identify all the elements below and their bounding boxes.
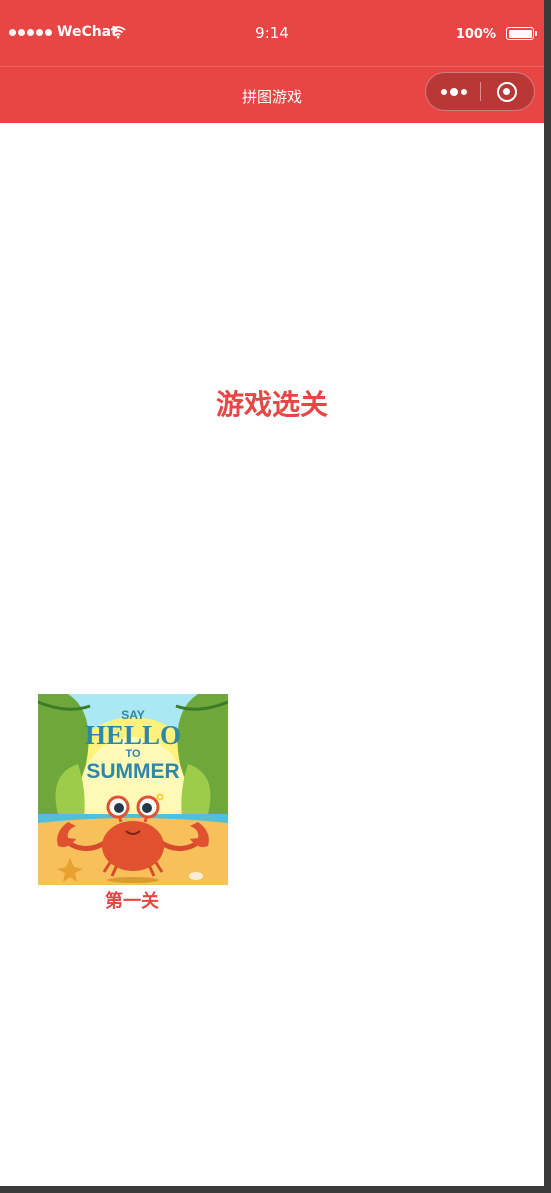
capsule-divider <box>480 82 481 101</box>
level-thumbnail-image[interactable]: SAY HELLO TO SUMMER <box>38 694 228 885</box>
level-select-heading: 游戏选关 <box>215 388 328 421</box>
battery-percentage: 100% <box>455 27 496 42</box>
thumbnail-text-to: TO <box>125 748 141 760</box>
thumbnail-text-hello: HELLO <box>85 720 181 750</box>
mini-program-capsule <box>425 72 535 111</box>
navigation-bar: 拼图游戏 <box>0 66 544 123</box>
more-options-icon[interactable] <box>438 85 469 98</box>
thumbnail-text-summer: SUMMER <box>86 760 179 783</box>
close-target-icon[interactable] <box>497 82 517 102</box>
level-card-1[interactable]: SAY HELLO TO SUMMER 第一关 <box>38 694 228 913</box>
status-bar: WeChat 9:14 100% <box>0 0 544 66</box>
phone-screen: WeChat 9:14 100% 拼图游戏 游戏选关 SAY HELLO TO … <box>0 0 544 1186</box>
level-label: 第一关 <box>105 891 159 912</box>
battery-icon <box>506 27 537 40</box>
